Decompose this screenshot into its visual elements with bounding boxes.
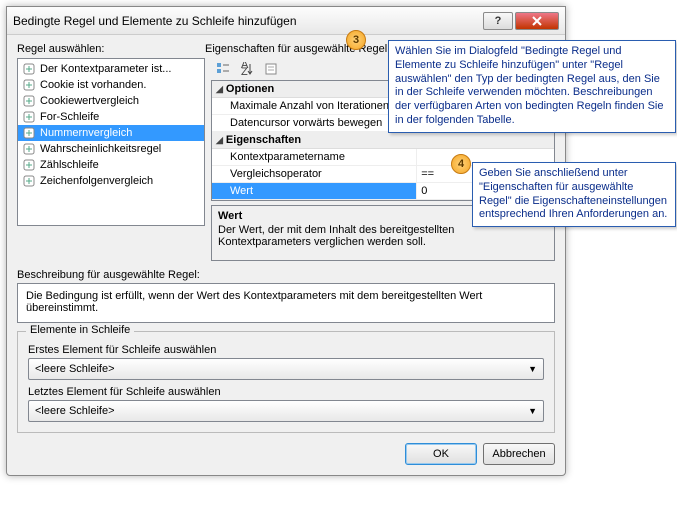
categorized-icon — [216, 62, 230, 76]
rule-icon — [22, 158, 36, 172]
first-element-label: Erstes Element für Schleife auswählen — [28, 344, 544, 356]
combo-value: <leere Schleife> — [35, 405, 115, 417]
rule-item-label: For-Schleife — [40, 111, 99, 123]
callout-step-3: Wählen Sie im Dialogfeld "Bedingte Regel… — [388, 40, 676, 133]
rule-item[interactable]: Cookiewertvergleich — [18, 93, 204, 109]
close-button[interactable] — [515, 12, 559, 30]
loop-elements-group: Elemente in Schleife Erstes Element für … — [17, 331, 555, 433]
property-page-icon — [264, 62, 278, 76]
rule-icon — [22, 78, 36, 92]
help-button[interactable]: ? — [483, 12, 513, 30]
first-element-combo[interactable]: <leere Schleife> ▼ — [28, 358, 544, 380]
rule-item-label: Zählschleife — [40, 159, 99, 171]
rule-item-label: Zeichenfolgenvergleich — [40, 175, 153, 187]
ok-button[interactable]: OK — [405, 443, 477, 465]
step-badge-3: 3 — [346, 30, 366, 50]
combo-value: <leere Schleife> — [35, 363, 115, 375]
rule-item[interactable]: For-Schleife — [18, 109, 204, 125]
rule-description-box: Die Bedingung ist erfüllt, wenn der Wert… — [17, 283, 555, 323]
dialog-title: Bedingte Regel und Elemente zu Schleife … — [13, 14, 481, 28]
rule-icon — [22, 94, 36, 108]
last-element-label: Letztes Element für Schleife auswählen — [28, 386, 544, 398]
rule-item-label: Der Kontextparameter ist... — [40, 63, 171, 75]
rule-icon — [22, 142, 36, 156]
rule-item-label: Wahrscheinlichkeitsregel — [40, 143, 161, 155]
chevron-down-icon: ▼ — [528, 406, 537, 416]
rule-item[interactable]: Cookie ist vorhanden. — [18, 77, 204, 93]
rule-icon — [22, 110, 36, 124]
callout-step-4: Geben Sie anschließend unter "Eigenschaf… — [472, 162, 676, 227]
close-icon — [532, 16, 542, 26]
rule-icon — [22, 126, 36, 140]
select-rule-label: Regel auswählen: — [17, 43, 205, 55]
rule-item[interactable]: Zählschleife — [18, 157, 204, 173]
categorized-button[interactable] — [213, 59, 233, 79]
cancel-button[interactable]: Abbrechen — [483, 443, 555, 465]
rule-list[interactable]: Der Kontextparameter ist... Cookie ist vo… — [17, 58, 205, 226]
rule-item-label: Nummernvergleich — [40, 127, 132, 139]
rule-item-label: Cookie ist vorhanden. — [40, 79, 146, 91]
rule-item[interactable]: Wahrscheinlichkeitsregel — [18, 141, 204, 157]
rule-item-label: Cookiewertvergleich — [40, 95, 139, 107]
rule-item[interactable]: Zeichenfolgenvergleich — [18, 173, 204, 189]
rule-item[interactable]: Der Kontextparameter ist... — [18, 61, 204, 77]
titlebar: Bedingte Regel und Elemente zu Schleife … — [7, 7, 565, 35]
collapse-icon: ◢ — [216, 84, 223, 95]
rule-icon — [22, 174, 36, 188]
alphabetical-button[interactable]: AZ — [237, 59, 257, 79]
collapse-icon: ◢ — [216, 135, 223, 146]
svg-text:Z: Z — [241, 66, 248, 76]
rule-icon — [22, 62, 36, 76]
rule-description-label: Beschreibung für ausgewählte Regel: — [17, 269, 555, 281]
rule-item[interactable]: Nummernvergleich — [18, 125, 204, 141]
loop-legend: Elemente in Schleife — [26, 324, 134, 336]
last-element-combo[interactable]: <leere Schleife> ▼ — [28, 400, 544, 422]
step-badge-4: 4 — [451, 154, 471, 174]
chevron-down-icon: ▼ — [528, 364, 537, 374]
property-pages-button[interactable] — [261, 59, 281, 79]
property-help-text: Der Wert, der mit dem Inhalt des bereitg… — [218, 224, 548, 248]
group-eigenschaften[interactable]: ◢Eigenschaften — [212, 132, 554, 149]
sort-az-icon: AZ — [240, 62, 254, 76]
